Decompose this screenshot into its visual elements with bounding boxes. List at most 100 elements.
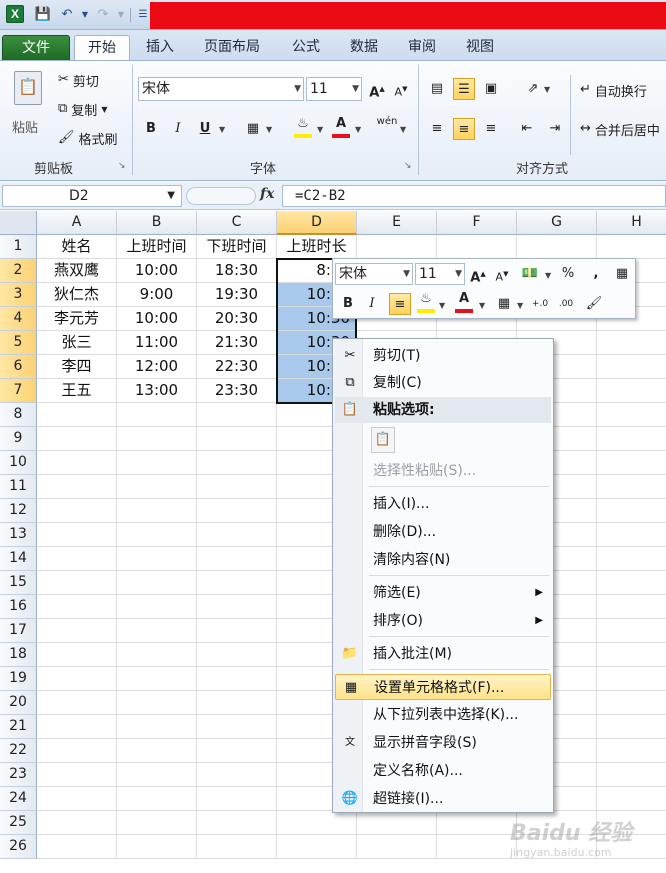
row-header-17[interactable]: 17 <box>0 619 37 643</box>
font-size-combo[interactable]: 11 ▼ <box>306 77 362 101</box>
column-header-f[interactable]: F <box>437 211 517 235</box>
cell-c1[interactable]: 下班时间 <box>197 235 277 259</box>
cell-b1[interactable]: 上班时间 <box>117 235 197 259</box>
column-header-a[interactable]: A <box>37 211 117 235</box>
cell-b24[interactable] <box>117 787 197 811</box>
cell-e1[interactable] <box>357 235 437 259</box>
cell-a9[interactable] <box>37 427 117 451</box>
cell-e25[interactable] <box>357 811 437 835</box>
undo-icon[interactable]: ↶ <box>58 6 76 24</box>
tab-review[interactable]: 审阅 <box>396 35 448 60</box>
save-icon[interactable]: 💾 <box>34 6 52 24</box>
cell-h7[interactable] <box>597 379 666 403</box>
mini-italic-button[interactable]: I <box>361 293 383 315</box>
cell-c16[interactable] <box>197 595 277 619</box>
copy-button[interactable]: ⧉ 复制 ▼ <box>58 98 107 120</box>
cell-a23[interactable] <box>37 763 117 787</box>
cell-c12[interactable] <box>197 499 277 523</box>
cell-b26[interactable] <box>117 835 197 859</box>
cell-a6[interactable]: 李四 <box>37 355 117 379</box>
row-header-1[interactable]: 1 <box>0 235 37 259</box>
row-header-13[interactable]: 13 <box>0 523 37 547</box>
mini-fill-color-icon[interactable]: ♨ <box>415 291 437 313</box>
row-header-24[interactable]: 24 <box>0 787 37 811</box>
mini-accounting-dropdown-icon[interactable]: ▼ <box>545 271 551 280</box>
cell-h19[interactable] <box>597 667 666 691</box>
mini-borders-icon[interactable]: ▦ <box>493 293 515 315</box>
cell-c14[interactable] <box>197 547 277 571</box>
row-header-21[interactable]: 21 <box>0 715 37 739</box>
menu-item-clear-contents[interactable]: 清除内容(N) <box>335 547 551 573</box>
cell-h1[interactable] <box>597 235 666 259</box>
cell-a26[interactable] <box>37 835 117 859</box>
font-color-dropdown-icon[interactable]: ▼ <box>355 125 361 134</box>
tab-data[interactable]: 数据 <box>338 35 390 60</box>
insert-function-icon[interactable]: fx <box>260 186 274 202</box>
cell-b9[interactable] <box>117 427 197 451</box>
wrap-text-button[interactable]: ↵ 自动换行 <box>580 79 647 101</box>
mini-borders-dropdown-icon[interactable]: ▼ <box>517 301 523 310</box>
increase-indent-icon[interactable]: ⇥ <box>544 118 566 140</box>
column-header-d[interactable]: D <box>277 211 357 235</box>
row-header-22[interactable]: 22 <box>0 739 37 763</box>
cell-f25[interactable] <box>437 811 517 835</box>
mini-font-size-combo[interactable]: 11 ▼ <box>415 263 465 285</box>
cell-a14[interactable] <box>37 547 117 571</box>
name-box[interactable]: D2 ▼ <box>2 185 182 207</box>
borders-dropdown-icon[interactable]: ▼ <box>266 125 272 134</box>
cell-h9[interactable] <box>597 427 666 451</box>
menu-item-copy[interactable]: ⧉ 复制(C) <box>335 370 551 396</box>
cell-a22[interactable] <box>37 739 117 763</box>
fill-color-icon[interactable]: ♨ <box>292 116 314 138</box>
formula-input[interactable]: =C2-B2 <box>282 185 666 207</box>
mini-font-color-icon[interactable]: A <box>453 291 475 313</box>
cell-d25[interactable] <box>277 811 357 835</box>
column-header-c[interactable]: C <box>197 211 277 235</box>
cell-a10[interactable] <box>37 451 117 475</box>
shrink-font-icon[interactable]: A▼ <box>390 78 412 100</box>
column-header-h[interactable]: H <box>597 211 666 235</box>
cell-h13[interactable] <box>597 523 666 547</box>
align-top-icon[interactable]: ▤ <box>426 78 448 100</box>
cell-b21[interactable] <box>117 715 197 739</box>
underline-dropdown-icon[interactable]: ▼ <box>219 125 225 134</box>
cell-c4[interactable]: 20:30 <box>197 307 277 331</box>
cell-b13[interactable] <box>117 523 197 547</box>
cell-h16[interactable] <box>597 595 666 619</box>
row-header-20[interactable]: 20 <box>0 691 37 715</box>
cell-b18[interactable] <box>117 643 197 667</box>
comma-style-icon[interactable]: , <box>585 263 607 285</box>
row-header-11[interactable]: 11 <box>0 475 37 499</box>
column-header-b[interactable]: B <box>117 211 197 235</box>
cell-a13[interactable] <box>37 523 117 547</box>
tab-home[interactable]: 开始 <box>74 35 130 60</box>
italic-button[interactable]: I <box>167 118 189 140</box>
row-header-4[interactable]: 4 <box>0 307 37 331</box>
format-painter-button[interactable]: 🖌 格式刷 <box>58 127 118 149</box>
phonetic-dropdown-icon[interactable]: ▼ <box>400 125 406 134</box>
align-bottom-icon[interactable]: ▣ <box>480 78 502 100</box>
cell-c13[interactable] <box>197 523 277 547</box>
menu-item-cut[interactable]: ✂ 剪切(T) <box>335 343 551 369</box>
cell-c21[interactable] <box>197 715 277 739</box>
mini-accounting-icon[interactable]: 💵 <box>519 263 541 285</box>
mini-grow-font-icon[interactable]: A▲ <box>467 263 489 285</box>
paste-option-icon[interactable]: 📋 <box>371 427 395 453</box>
orientation-dropdown-icon[interactable]: ▼ <box>544 85 550 94</box>
cell-h24[interactable] <box>597 787 666 811</box>
cell-a1[interactable]: 姓名 <box>37 235 117 259</box>
cell-c17[interactable] <box>197 619 277 643</box>
menu-item-sort[interactable]: 排序(O) ▶ <box>335 608 551 634</box>
tab-view[interactable]: 视图 <box>454 35 506 60</box>
font-color-icon[interactable]: A <box>330 116 352 138</box>
cell-h20[interactable] <box>597 691 666 715</box>
cell-c10[interactable] <box>197 451 277 475</box>
mini-format-icon[interactable]: ▦ <box>611 263 633 285</box>
row-header-26[interactable]: 26 <box>0 835 37 859</box>
row-header-2[interactable]: 2 <box>0 259 37 283</box>
cell-c9[interactable] <box>197 427 277 451</box>
cell-b10[interactable] <box>117 451 197 475</box>
cell-h8[interactable] <box>597 403 666 427</box>
column-header-g[interactable]: G <box>517 211 597 235</box>
cell-a5[interactable]: 张三 <box>37 331 117 355</box>
